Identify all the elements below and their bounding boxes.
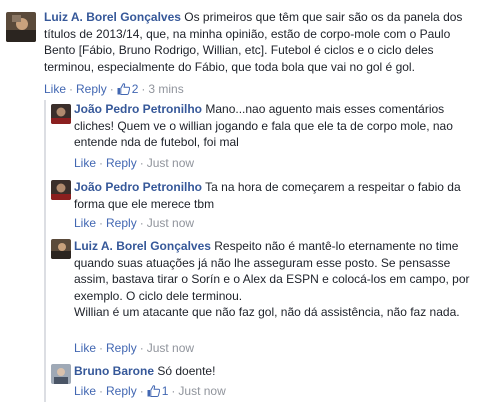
thumbs-up-icon [147, 385, 160, 397]
reply-comment: Luiz A. Borel Gonçalves Respeito não é m… [0, 232, 491, 360]
comment-timestamp[interactable]: Just now [178, 384, 225, 398]
like-count[interactable]: 1 [147, 384, 168, 398]
reply-link[interactable]: Reply [106, 341, 137, 355]
comment-actions: Like · Reply · Just now [74, 156, 195, 170]
comment-actions: Like · Reply · Just now [74, 216, 195, 230]
comment-author[interactable]: Bruno Barone [74, 364, 154, 378]
comment-timestamp[interactable]: Just now [147, 156, 194, 170]
comment-author[interactable]: Luiz A. Borel Gonçalves [74, 239, 211, 253]
reply-comment: João Pedro Petronilho Mano...nao aguento… [0, 100, 491, 172]
comment-body: João Pedro Petronilho Ta na hora de come… [74, 179, 486, 212]
like-link[interactable]: Like [44, 82, 66, 96]
comment-author[interactable]: João Pedro Petronilho [74, 102, 202, 116]
comment-actions: Like · Reply · Just now [74, 341, 195, 355]
avatar[interactable] [51, 364, 71, 384]
comment-author[interactable]: Luiz A. Borel Gonçalves [44, 10, 181, 24]
comment-body: Luiz A. Borel Gonçalves Respeito não é m… [74, 238, 486, 321]
reply-link[interactable]: Reply [76, 82, 107, 96]
comment-text: Só doente! [157, 364, 216, 378]
comment-timestamp[interactable]: Just now [147, 341, 194, 355]
comment: Luiz A. Borel Gonçalves Os primeiros que… [0, 0, 491, 100]
like-count[interactable]: 2 [117, 82, 138, 96]
avatar[interactable] [51, 239, 71, 259]
like-link[interactable]: Like [74, 341, 96, 355]
comment-actions: Like · Reply · 1 · Just now [74, 384, 226, 398]
reply-link[interactable]: Reply [106, 156, 137, 170]
like-link[interactable]: Like [74, 156, 96, 170]
reply-link[interactable]: Reply [106, 384, 137, 398]
comment-body: Luiz A. Borel Gonçalves Os primeiros que… [44, 9, 484, 75]
comment-body: João Pedro Petronilho Mano...nao aguento… [74, 101, 486, 151]
comment-timestamp[interactable]: 3 mins [148, 82, 183, 96]
thumbs-up-icon [117, 83, 130, 95]
avatar[interactable] [51, 180, 71, 200]
comment-body: Bruno Barone Só doente! [74, 363, 486, 380]
reply-link[interactable]: Reply [106, 216, 137, 230]
avatar[interactable] [51, 104, 71, 124]
reply-comment: João Pedro Petronilho Ta na hora de come… [0, 172, 491, 232]
comment-actions: Like · Reply · 2 · 3 mins [44, 82, 184, 96]
reply-comment: Bruno Barone Só doente! Like · Reply · 1 · Jus… [0, 360, 491, 405]
like-link[interactable]: Like [74, 216, 96, 230]
comment-text-paragraph: Willian é um atacante que não faz gol, n… [74, 305, 460, 319]
avatar[interactable] [6, 12, 36, 42]
comment-timestamp[interactable]: Just now [147, 216, 194, 230]
like-link[interactable]: Like [74, 384, 96, 398]
comment-author[interactable]: João Pedro Petronilho [74, 180, 202, 194]
